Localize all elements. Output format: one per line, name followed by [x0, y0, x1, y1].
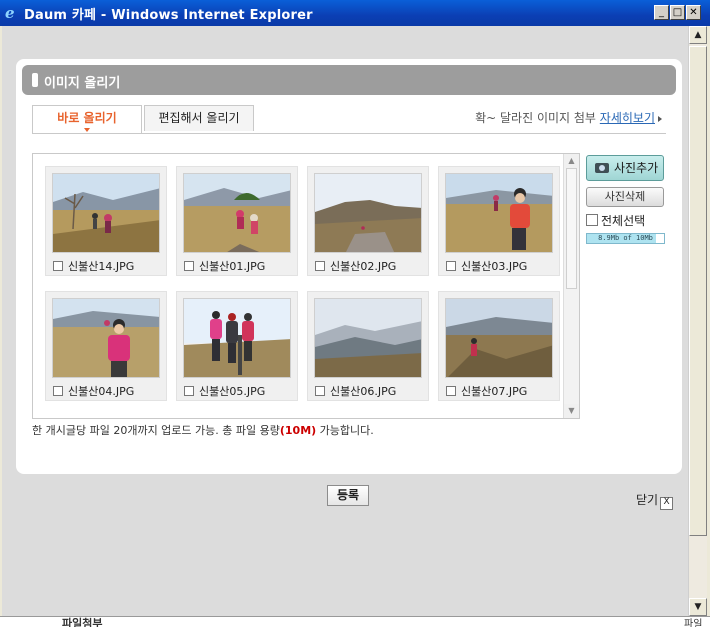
panel-title: 이미지 올리기 [44, 76, 121, 91]
close-label: 닫기 [636, 493, 659, 507]
file-name: 신불산05.JPG [199, 385, 266, 398]
select-all-label: 전체선택 [601, 214, 646, 228]
camera-icon [595, 163, 609, 173]
window-titlebar: e Daum 카페 - Windows Internet Explorer _ … [0, 0, 710, 26]
photo-thumbnail[interactable] [314, 173, 422, 253]
tab-direct-upload[interactable]: 바로 올리기 [32, 105, 142, 133]
details-link[interactable]: 자세히보기 [600, 111, 655, 125]
close-icon: X [660, 497, 674, 510]
tab-edit-upload[interactable]: 편집해서 올리기 [144, 105, 254, 131]
arrow-right-icon [658, 115, 662, 122]
photo-thumbnail[interactable] [52, 298, 160, 378]
image-upload-panel: 이미지 올리기 바로 올리기 편집해서 올리기 확~ 달라진 이미지 첨부 자세… [16, 59, 682, 474]
file-name: 신불산07.JPG [461, 385, 528, 398]
item-checkbox[interactable] [53, 261, 63, 271]
maximize-button[interactable]: □ [670, 5, 685, 20]
tab-note: 확~ 달라진 이미지 첨부 자세히보기 [475, 109, 662, 126]
scroll-thumb[interactable] [566, 168, 577, 289]
browser-content: 이미지 올리기 바로 올리기 편집해서 올리기 확~ 달라진 이미지 첨부 자세… [2, 26, 688, 622]
file-name: 신불산01.JPG [199, 260, 266, 273]
close-window-button[interactable]: ✕ [686, 5, 701, 20]
scroll-down-icon[interactable]: ▼ [564, 404, 579, 418]
gallery-item[interactable]: 신불산04.JPG [45, 291, 167, 401]
file-name: 신불산02.JPG [330, 260, 397, 273]
delete-photo-button[interactable]: 사진삭제 [586, 187, 664, 207]
gallery-item[interactable]: 신불산01.JPG [176, 166, 298, 276]
add-photo-button[interactable]: 사진추가 [586, 155, 664, 181]
tab-edit-upload-label: 편집해서 올리기 [158, 111, 240, 125]
ie-icon: e [5, 4, 15, 22]
minimize-button[interactable]: _ [654, 5, 669, 20]
gallery-item[interactable]: 신불산02.JPG [307, 166, 429, 276]
submit-button[interactable]: 등록 [327, 485, 369, 506]
item-checkbox[interactable] [315, 261, 325, 271]
storage-usage-bar: 8.9Mb of 10Mb [586, 233, 665, 244]
panel-header: 이미지 올리기 [22, 65, 676, 95]
item-checkbox[interactable] [315, 386, 325, 396]
tab-direct-upload-label: 바로 올리기 [57, 111, 117, 125]
info-limit: (10M) [279, 424, 317, 437]
file-name: 신불산03.JPG [461, 260, 528, 273]
gallery-item[interactable]: 신불산14.JPG [45, 166, 167, 276]
gallery-scrollbar[interactable]: ▲ ▼ [563, 154, 579, 418]
file-name: 신불산14.JPG [68, 260, 135, 273]
item-checkbox[interactable] [53, 386, 63, 396]
storage-usage-text: 8.9Mb of 10Mb [598, 234, 653, 242]
gallery-item[interactable]: 신불산06.JPG [307, 291, 429, 401]
underlying-text-right: 파일 [684, 619, 703, 627]
info-prefix: 한 개시글당 파일 20개까지 업로드 가능. 총 파일 용량 [32, 424, 280, 437]
item-checkbox[interactable] [446, 261, 456, 271]
select-all-checkbox[interactable] [586, 214, 598, 226]
window-scrollbar[interactable]: ▲ ▼ [688, 26, 707, 616]
photo-thumbnail[interactable] [52, 173, 160, 253]
photo-thumbnail[interactable] [183, 298, 291, 378]
info-suffix: 가능합니다. [316, 424, 374, 437]
caret-down-icon [84, 128, 90, 132]
photo-thumbnail[interactable] [445, 298, 553, 378]
file-name: 신불산06.JPG [330, 385, 397, 398]
add-photo-label: 사진추가 [614, 161, 659, 175]
item-checkbox[interactable] [184, 386, 194, 396]
scroll-down-icon[interactable]: ▼ [689, 598, 707, 616]
file-name: 신불산04.JPG [68, 385, 135, 398]
note-text: 확~ 달라진 이미지 첨부 [475, 111, 596, 125]
scroll-thumb[interactable] [689, 46, 707, 536]
item-checkbox[interactable] [446, 386, 456, 396]
close-button[interactable]: 닫기 X [636, 491, 674, 510]
photo-thumbnail[interactable] [314, 298, 422, 378]
upload-info: 한 개시글당 파일 20개까지 업로드 가능. 총 파일 용량(10M) 가능합… [32, 422, 374, 438]
scroll-up-icon[interactable]: ▲ [564, 154, 579, 168]
image-gallery: 신불산14.JPG 신불산01.JPG 신불산02.JPG 신불산03.JPG … [32, 153, 580, 419]
scroll-up-icon[interactable]: ▲ [689, 26, 707, 44]
item-checkbox[interactable] [184, 261, 194, 271]
upload-tabs: 바로 올리기 편집해서 올리기 확~ 달라진 이미지 첨부 자세히보기 [32, 105, 666, 134]
gallery-item[interactable]: 신불산03.JPG [438, 166, 560, 276]
underlying-page-strip: 파일첨부 파일 [0, 616, 710, 627]
underlying-text: 파일첨부 [62, 617, 103, 627]
select-all[interactable]: 전체선택 [586, 212, 645, 229]
gallery-item[interactable]: 신불산07.JPG [438, 291, 560, 401]
photo-thumbnail[interactable] [183, 173, 291, 253]
header-marker-icon [32, 73, 38, 87]
photo-thumbnail[interactable] [445, 173, 553, 253]
gallery-item[interactable]: 신불산05.JPG [176, 291, 298, 401]
window-title: Daum 카페 - Windows Internet Explorer [24, 8, 313, 23]
